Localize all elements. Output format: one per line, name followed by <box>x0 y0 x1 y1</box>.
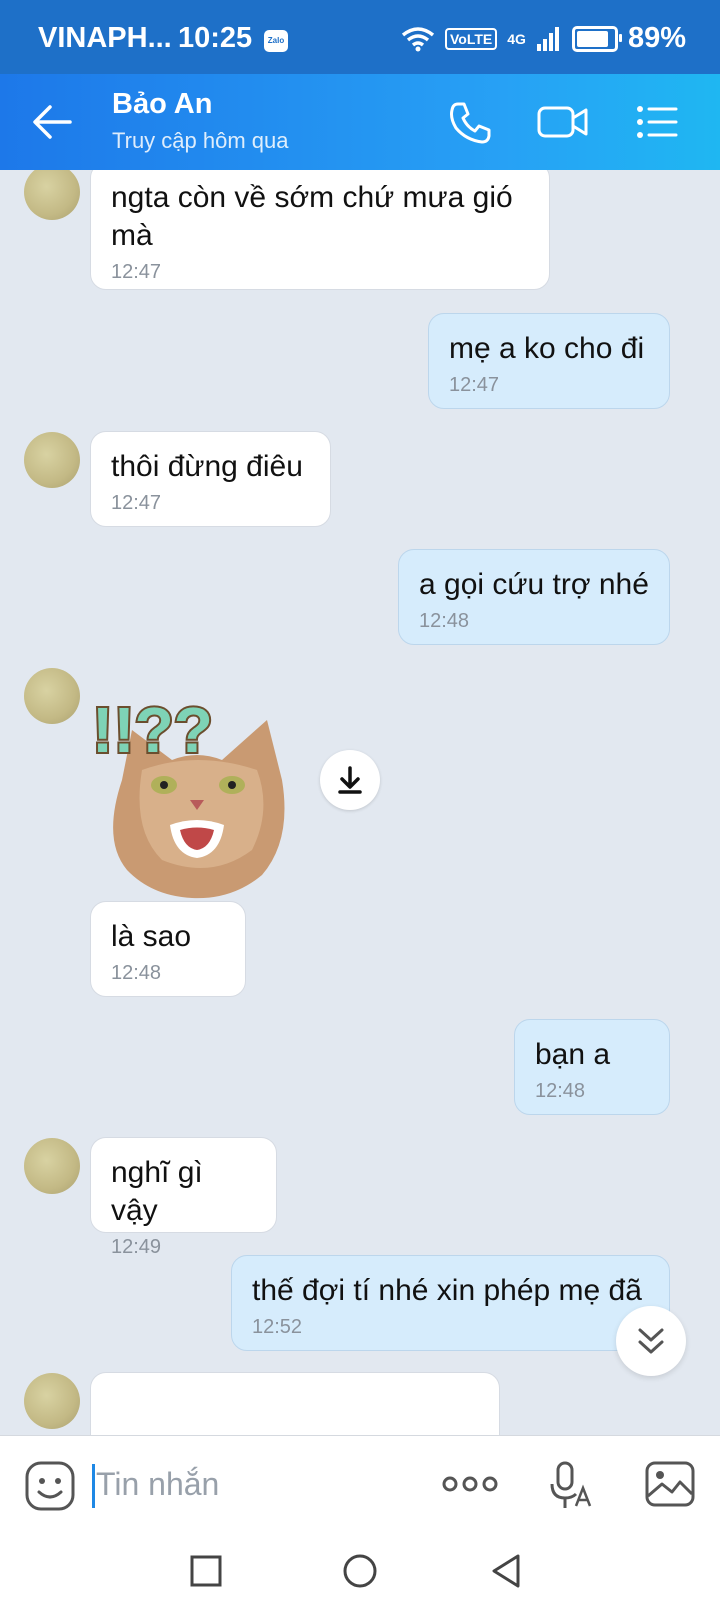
message-bubble-outgoing[interactable]: a gọi cứu trợ nhé 12:48 <box>398 549 670 645</box>
message-text: a gọi cứu trợ nhé <box>419 568 649 601</box>
back-icon[interactable] <box>486 1551 526 1591</box>
battery-percent: 89% <box>627 22 686 54</box>
volte-badge: VoLTE <box>445 27 498 50</box>
menu-list-icon[interactable] <box>632 96 684 148</box>
zalo-notification-icon: Zalo <box>264 30 288 52</box>
message-bubble-incoming[interactable]: ngta còn về sớm chứ mưa gió mà 12:47 <box>90 170 550 290</box>
contact-name[interactable]: Bảo An <box>112 88 212 121</box>
avatar[interactable] <box>24 1373 80 1429</box>
message-time: 12:47 <box>111 492 162 514</box>
message-bubble-outgoing[interactable]: thế đợi tí nhé xin phép mẹ đã 12:52 <box>231 1255 670 1351</box>
message-bubble-outgoing[interactable]: mẹ a ko cho đi 12:47 <box>428 313 670 409</box>
message-time: 12:49 <box>111 1236 162 1258</box>
message-time: 12:52 <box>252 1316 303 1338</box>
message-input-bar: Tin nhắn <box>0 1435 720 1536</box>
video-call-icon[interactable] <box>536 96 590 148</box>
download-button[interactable] <box>320 750 380 810</box>
message-time: 12:48 <box>111 962 162 984</box>
avatar[interactable] <box>24 668 80 724</box>
text-cursor <box>92 1464 95 1508</box>
carrier-name: VINAPH... <box>38 22 172 54</box>
sticker-caption: !!?? <box>92 694 213 766</box>
message-text: ngta còn về sớm chứ mưa gió mà <box>111 181 513 252</box>
status-time: 10:25 <box>178 22 253 54</box>
avatar[interactable] <box>24 170 80 220</box>
cat-sticker[interactable]: !!?? <box>92 690 302 900</box>
last-seen-status: Truy cập hôm qua <box>112 128 289 153</box>
message-text: là sao <box>111 920 192 953</box>
signal-icon <box>536 26 559 51</box>
wifi-icon <box>401 26 435 51</box>
avatar[interactable] <box>24 432 80 488</box>
message-input[interactable]: Tin nhắn <box>96 1466 219 1503</box>
more-icon[interactable] <box>442 1472 498 1496</box>
message-bubble-incoming[interactable]: thôi đừng điêu 12:47 <box>90 431 331 527</box>
message-bubble-outgoing[interactable]: bạn a 12:48 <box>514 1019 670 1115</box>
phone-icon[interactable] <box>444 96 496 148</box>
battery-icon <box>571 25 622 52</box>
emoji-icon[interactable] <box>24 1460 76 1512</box>
message-text: thế đợi tí nhé xin phép mẹ đã <box>252 1274 642 1307</box>
message-list[interactable]: ngta còn về sớm chứ mưa gió mà 12:47 mẹ … <box>0 170 720 1435</box>
message-time: 12:48 <box>535 1080 586 1102</box>
system-navigation-bar <box>0 1535 720 1610</box>
message-bubble-incoming[interactable]: là sao 12:48 <box>90 901 246 997</box>
avatar[interactable] <box>24 1138 80 1194</box>
image-icon[interactable] <box>644 1460 696 1508</box>
message-text: mẹ a ko cho đi <box>449 332 645 365</box>
message-bubble-incoming-partial[interactable] <box>90 1372 500 1435</box>
message-time: 12:48 <box>419 610 470 632</box>
message-time: 12:47 <box>449 374 500 396</box>
chevron-double-down-icon <box>638 1328 664 1354</box>
network-type: 4G <box>507 30 526 47</box>
message-time: 12:47 <box>111 261 162 283</box>
voice-text-icon[interactable] <box>550 1460 594 1512</box>
status-bar: VINAPH... 10:25 Zalo VoLTE 4G 89% <box>0 0 720 74</box>
download-icon <box>338 766 362 794</box>
scroll-to-bottom-button[interactable] <box>616 1306 686 1376</box>
home-icon[interactable] <box>340 1551 380 1591</box>
message-text: thôi đừng điêu <box>111 450 303 483</box>
message-text: nghĩ gì vậy <box>111 1156 212 1227</box>
message-text: bạn a <box>535 1038 611 1071</box>
status-icons: VoLTE 4G 89% <box>401 22 686 55</box>
back-arrow-icon[interactable] <box>30 102 74 142</box>
message-bubble-incoming[interactable]: nghĩ gì vậy 12:49 <box>90 1137 277 1258</box>
recent-apps-icon[interactable] <box>186 1551 226 1591</box>
chat-header: Bảo An Truy cập hôm qua <box>0 74 720 170</box>
